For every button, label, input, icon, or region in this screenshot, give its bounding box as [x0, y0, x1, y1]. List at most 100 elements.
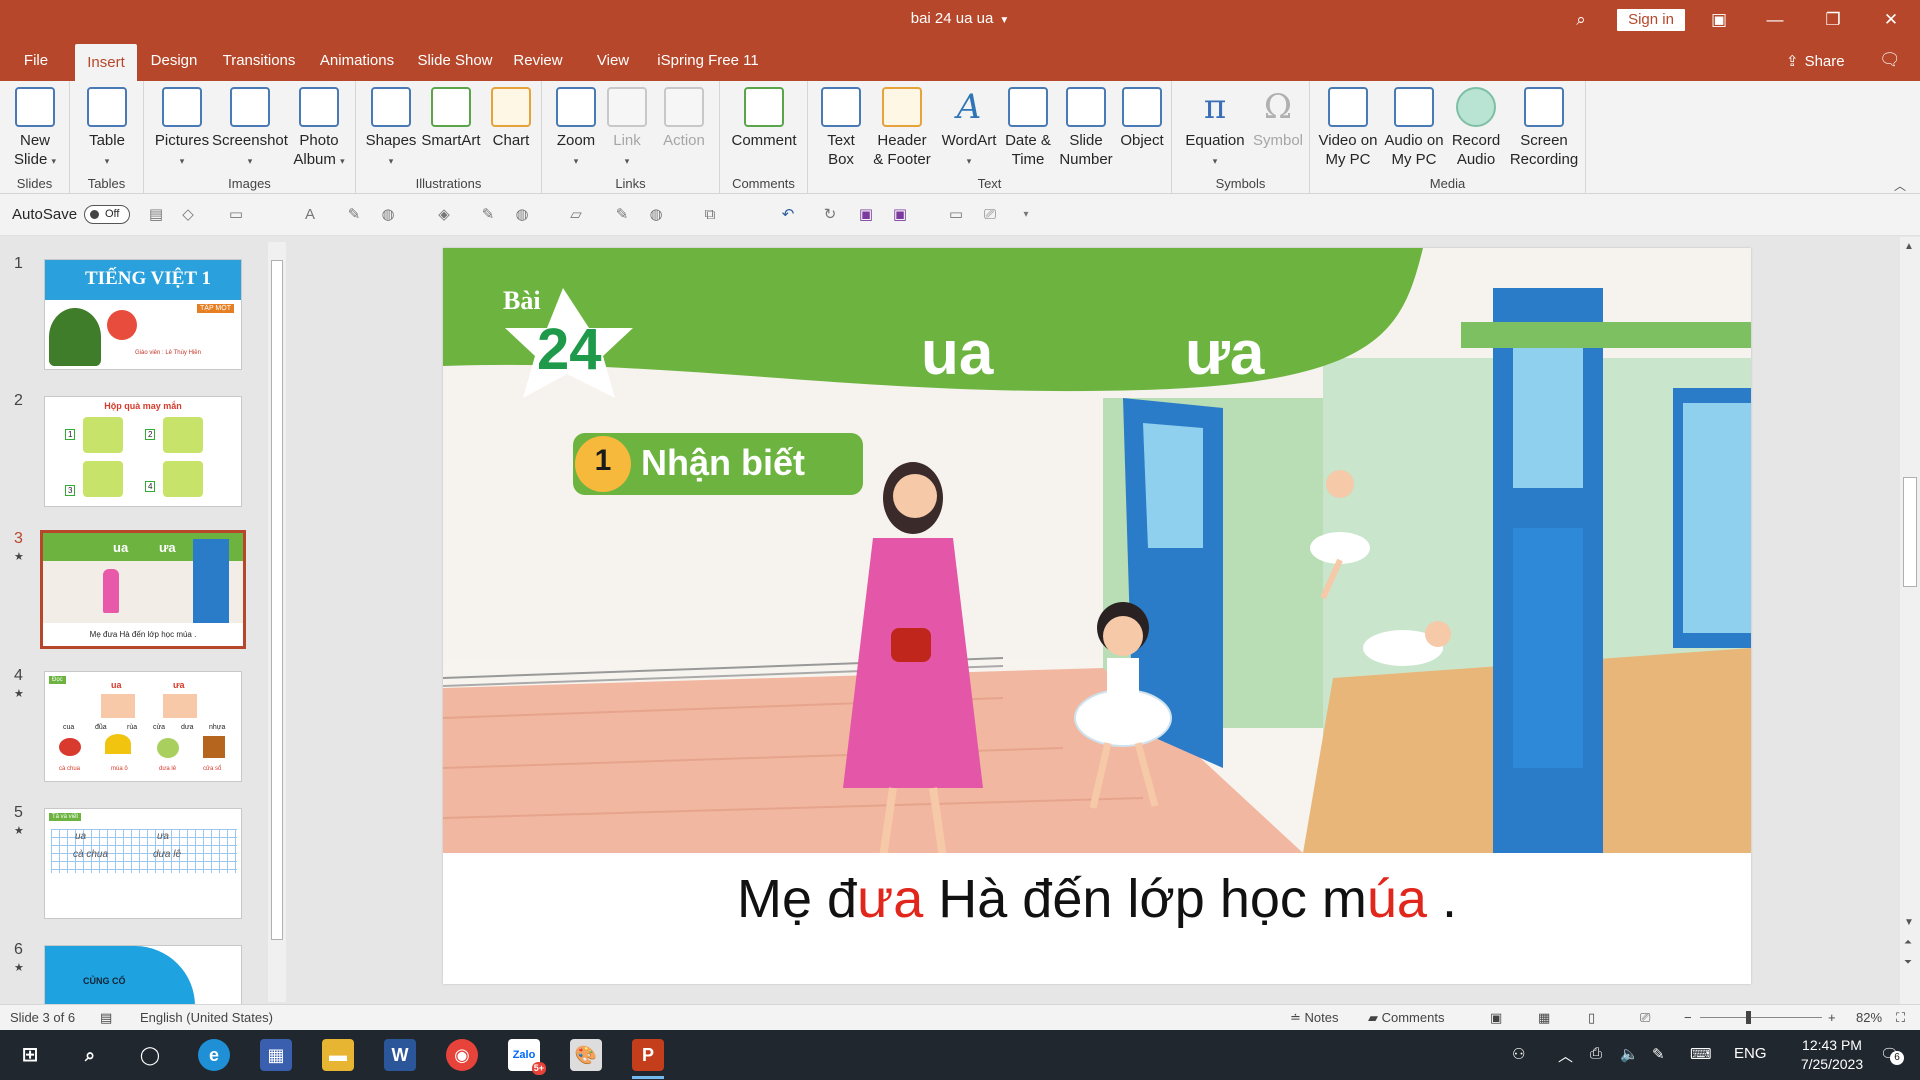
- tab-animations[interactable]: Animations: [312, 40, 402, 81]
- slide-number-button[interactable]: Slide Number: [1058, 87, 1114, 169]
- zoom-button[interactable]: Zoom ▾: [550, 87, 602, 171]
- zoom-out-icon[interactable]: −: [1684, 1010, 1692, 1025]
- pencil-icon[interactable]: ✎: [612, 205, 632, 225]
- thumbnail-slide-2[interactable]: Hộp quà may mắn 1 2 3 4: [44, 396, 242, 507]
- slideshow-icon[interactable]: ⎚: [1640, 1010, 1650, 1026]
- video-button[interactable]: Video on My PC: [1316, 87, 1380, 169]
- meet-now-icon[interactable]: ⎙: [1590, 1045, 1602, 1062]
- accessibility-icon[interactable]: ▤: [100, 1010, 112, 1026]
- minimize-icon[interactable]: —: [1760, 8, 1790, 32]
- word-icon[interactable]: W: [384, 1039, 416, 1071]
- zoom-slider[interactable]: [1700, 1017, 1822, 1018]
- palette-icon[interactable]: ◍: [646, 205, 666, 225]
- slide-view-icon[interactable]: ▭: [226, 205, 246, 225]
- undo-icon[interactable]: ↶: [778, 205, 798, 225]
- header-footer-button[interactable]: Header & Footer: [868, 87, 936, 169]
- windows-start-icon[interactable]: ⊞: [14, 1039, 46, 1071]
- screen-recording-button[interactable]: Screen Recording: [1506, 87, 1582, 169]
- save-as-icon[interactable]: ▣: [890, 205, 910, 225]
- keyboard-icon[interactable]: ⌨: [1690, 1045, 1712, 1063]
- text-box-button[interactable]: Text Box: [818, 87, 864, 169]
- system-clock[interactable]: 12:43 PM 7/25/2023: [1786, 1036, 1878, 1074]
- share-button[interactable]: ⇪ Share: [1786, 52, 1845, 70]
- slide-canvas[interactable]: Bài 24 ua ưa 1 Nhận biết Mẹ đưa Hà đến l…: [443, 248, 1751, 984]
- font-color-icon[interactable]: A: [300, 205, 320, 225]
- powerpoint-icon[interactable]: P: [632, 1039, 664, 1079]
- zoom-slider-thumb[interactable]: [1746, 1011, 1751, 1024]
- customize-qat-icon[interactable]: ▾: [1016, 205, 1036, 225]
- sign-in-button[interactable]: Sign in: [1617, 9, 1685, 31]
- redo-icon[interactable]: ↻: [820, 205, 840, 225]
- scroll-up-icon[interactable]: ▲: [1904, 241, 1914, 252]
- people-icon[interactable]: ⚇: [1512, 1045, 1525, 1063]
- outline-icon[interactable]: ▱: [566, 205, 586, 225]
- screenshot-button[interactable]: Screenshot ▾: [210, 87, 290, 171]
- comments-icon[interactable]: 🗨: [1879, 50, 1901, 70]
- thumbnail-slide-5[interactable]: Tả và viết ua ưa cà chua dưa lê: [44, 808, 242, 919]
- present-icon[interactable]: ⎚: [980, 205, 1000, 225]
- fill-bucket-icon[interactable]: ◈: [434, 205, 454, 225]
- zoom-in-icon[interactable]: +: [1828, 1010, 1836, 1025]
- ribbon-display-options-icon[interactable]: ▣: [1704, 8, 1734, 32]
- pencil-icon[interactable]: ✎: [478, 205, 498, 225]
- pictures-button[interactable]: Pictures ▾: [154, 87, 210, 171]
- chevron-down-icon[interactable]: ▼: [999, 15, 1009, 26]
- autosave-toggle[interactable]: Off: [84, 205, 130, 224]
- comments-button[interactable]: ▰ Comments: [1368, 1010, 1444, 1026]
- thumbnail-slide-1[interactable]: TIẾNG VIỆT 1 TẬP MỘT Giáo viên : Lê Thúy…: [44, 259, 242, 370]
- scrollbar-thumb[interactable]: [1903, 477, 1917, 587]
- zoom-level[interactable]: 82%: [1856, 1010, 1882, 1025]
- edge-icon[interactable]: e: [198, 1039, 230, 1071]
- photo-album-button[interactable]: Photo Album ▾: [290, 87, 348, 171]
- audio-button[interactable]: Audio on My PC: [1382, 87, 1446, 169]
- tab-transitions[interactable]: Transitions: [214, 40, 304, 81]
- notification-center-icon[interactable]: 🗨6: [1880, 1045, 1904, 1065]
- notes-button[interactable]: ≐ Notes: [1290, 1010, 1338, 1026]
- file-explorer-icon[interactable]: ▬: [322, 1039, 354, 1071]
- date-time-button[interactable]: Date & Time: [1000, 87, 1056, 169]
- equation-button[interactable]: π Equation ▾: [1180, 87, 1250, 171]
- smartart-button[interactable]: SmartArt: [418, 87, 484, 150]
- thumbnail-slide-4[interactable]: Đọc ua ưa cua đũa rùa cửa dưa nhựa cà ch…: [44, 671, 242, 782]
- next-slide-icon[interactable]: ⏷: [1904, 957, 1912, 968]
- tab-ispring[interactable]: iSpring Free 11: [652, 40, 764, 81]
- new-slide-button[interactable]: New Slide ▾: [8, 87, 62, 171]
- tab-review[interactable]: Review: [508, 40, 568, 81]
- save-icon[interactable]: ▣: [856, 205, 876, 225]
- table-button[interactable]: Table ▾: [80, 87, 134, 171]
- scroll-down-icon[interactable]: ▼: [1904, 917, 1914, 928]
- language-indicator[interactable]: ENG: [1734, 1045, 1767, 1062]
- palette-icon[interactable]: ◍: [512, 205, 532, 225]
- thumbnail-scrollbar[interactable]: [268, 242, 286, 1002]
- close-icon[interactable]: ✕: [1876, 8, 1906, 32]
- store-icon[interactable]: ▦: [260, 1039, 292, 1071]
- background-icon[interactable]: ▭: [946, 205, 966, 225]
- language-indicator[interactable]: English (United States): [140, 1010, 273, 1025]
- slide-scrollbar[interactable]: ▲ ▼ ⏶ ⏷: [1900, 237, 1920, 1004]
- tab-view[interactable]: View: [588, 40, 638, 81]
- object-button[interactable]: Object: [1116, 87, 1168, 150]
- volume-icon[interactable]: 🔈: [1620, 1045, 1639, 1063]
- shapes-button[interactable]: Shapes ▾: [362, 87, 420, 171]
- tab-file[interactable]: File: [10, 40, 62, 81]
- search-icon[interactable]: ⌕: [1566, 8, 1596, 32]
- pen-icon[interactable]: ✎: [344, 205, 364, 225]
- chrome-icon[interactable]: ◉: [446, 1039, 478, 1071]
- reading-view-icon[interactable]: ▯: [1588, 1010, 1595, 1026]
- fit-to-window-icon[interactable]: ⛶: [1896, 1010, 1905, 1026]
- chevron-up-icon[interactable]: ︿: [1558, 1045, 1573, 1066]
- slide-caption[interactable]: Mẹ đưa Hà đến lớp học múa .: [443, 868, 1751, 930]
- search-icon[interactable]: ⌕: [74, 1039, 106, 1071]
- task-view-icon[interactable]: ◯: [134, 1039, 166, 1071]
- tab-design[interactable]: Design: [142, 40, 206, 81]
- record-audio-button[interactable]: Record Audio: [1448, 87, 1504, 169]
- arrange-icon[interactable]: ⧉: [700, 205, 720, 225]
- palette-icon[interactable]: ◍: [378, 205, 398, 225]
- tab-insert[interactable]: Insert: [75, 44, 137, 81]
- scrollbar-thumb[interactable]: [271, 260, 283, 940]
- slide-sorter-icon[interactable]: ▦: [1538, 1010, 1550, 1026]
- pen-icon[interactable]: ✎: [1652, 1045, 1665, 1063]
- collapse-ribbon-icon[interactable]: ︿: [1894, 177, 1906, 194]
- normal-view-icon[interactable]: ▣: [1490, 1010, 1502, 1026]
- link-button[interactable]: Link ▾: [604, 87, 650, 171]
